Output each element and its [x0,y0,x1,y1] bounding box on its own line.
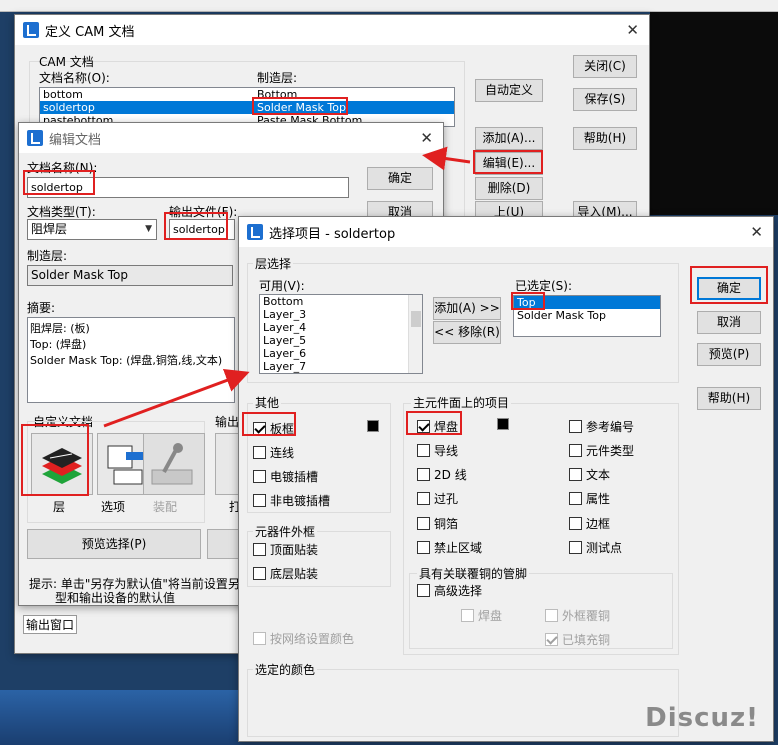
annotation-arrows [103,146,471,428]
arrow-to-edit-doc [422,146,471,171]
arrow-to-select-items [103,369,250,428]
